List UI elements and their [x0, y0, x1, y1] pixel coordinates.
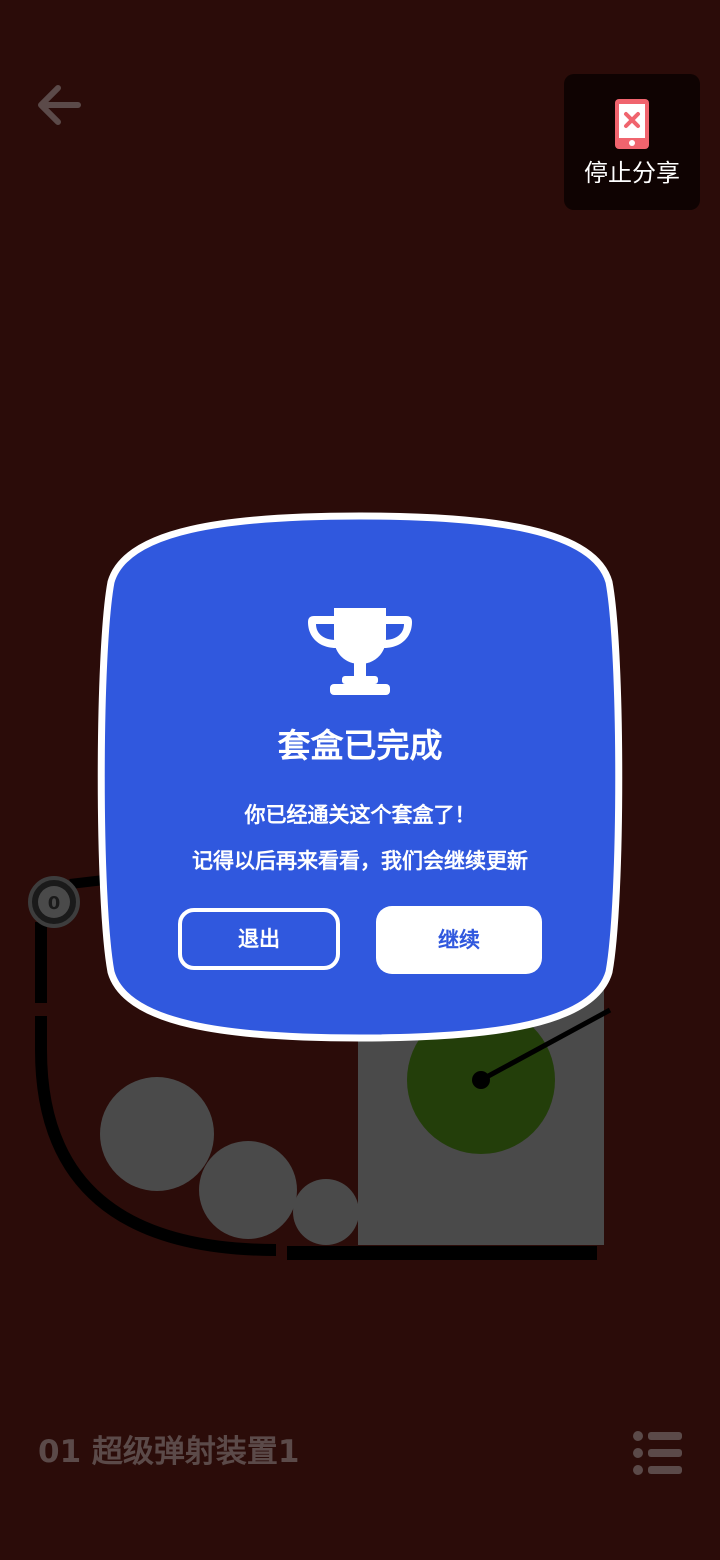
stop-sharing-label: 停止分享: [584, 159, 680, 187]
level-name: 01 超级弹射装置1: [38, 1434, 300, 1470]
counter-value: 0: [48, 893, 61, 914]
launcher-pivot: [472, 1071, 490, 1089]
dialog-background: [97, 512, 623, 1042]
list-icon: [633, 1431, 682, 1475]
dialog-submessage: 记得以后再来看看，我们会继续更新: [192, 849, 528, 873]
phone-x-icon: [615, 99, 649, 149]
dialog-title: 套盒已完成: [277, 726, 443, 765]
completion-dialog: 套盒已完成 你已经通关这个套盒了！ 记得以后再来看看，我们会继续更新 退出 继续: [94, 512, 626, 1042]
ball-small: [293, 1179, 359, 1245]
dialog-message: 你已经通关这个套盒了！: [244, 803, 476, 827]
ball-medium: [199, 1141, 297, 1239]
level-menu-button[interactable]: [630, 1428, 688, 1478]
trophy-icon: [308, 608, 412, 695]
ball-large: [100, 1077, 214, 1191]
back-button[interactable]: [30, 80, 86, 130]
stop-sharing-button[interactable]: 停止分享: [564, 74, 700, 210]
arrow-left-icon: [38, 85, 81, 125]
continue-button[interactable]: 继续: [376, 906, 542, 974]
exit-button[interactable]: 退出: [178, 908, 340, 970]
